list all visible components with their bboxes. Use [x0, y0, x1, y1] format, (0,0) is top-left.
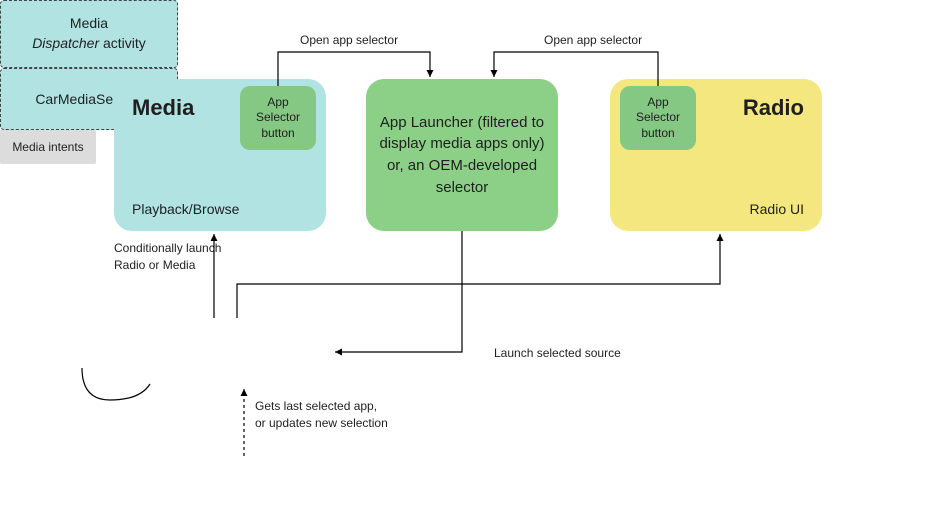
dispatcher-line2: Dispatcher activity — [32, 34, 146, 54]
media-dispatcher-activity: Media Dispatcher activity — [0, 0, 178, 68]
media-subtitle: Playback/Browse — [132, 201, 239, 217]
app-launcher-card: App Launcher (filtered to display media … — [366, 79, 558, 231]
label-gets-last: Gets last selected app,or updates new se… — [255, 398, 388, 432]
radio-subtitle: Radio UI — [750, 201, 804, 217]
media-app-selector-button[interactable]: App Selector button — [240, 86, 316, 150]
radio-title: Radio — [743, 95, 804, 121]
label-conditional-launch: Conditionally launchRadio or Media — [114, 240, 221, 274]
radio-app-selector-button[interactable]: App Selector button — [620, 86, 696, 150]
label-open-selector-left: Open app selector — [300, 33, 398, 47]
media-title: Media — [132, 95, 194, 121]
dispatcher-line2-rest: activity — [99, 35, 146, 51]
label-launch-selected: Launch selected source — [494, 346, 621, 360]
dispatcher-line1: Media — [70, 14, 108, 34]
dispatcher-line2-italic: Dispatcher — [32, 35, 99, 51]
label-open-selector-right: Open app selector — [544, 33, 642, 47]
media-intents-source: Media intents — [0, 130, 96, 164]
